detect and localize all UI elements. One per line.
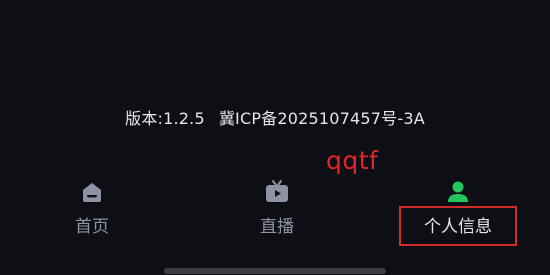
home-icon [83, 183, 101, 202]
tab-live[interactable]: 直播 [207, 176, 347, 244]
icp-label[interactable]: 冀ICP备2025107457号-3A [219, 109, 425, 128]
tab-live-label: 直播 [260, 217, 294, 237]
tab-home-label: 首页 [75, 217, 109, 237]
version-label: 版本:1.2.5 [125, 109, 205, 128]
person-icon [448, 181, 468, 202]
home-indicator[interactable] [164, 268, 386, 274]
watermark-text: qqtf [326, 146, 379, 175]
highlight-annotation-box [399, 206, 517, 246]
tv-icon [266, 180, 288, 202]
tab-home[interactable]: 首页 [22, 176, 162, 244]
app-screen: 版本:1.2.5 冀ICP备2025107457号-3A qqtf 首页 直播 [0, 0, 550, 275]
version-info: 版本:1.2.5 冀ICP备2025107457号-3A [0, 105, 550, 129]
